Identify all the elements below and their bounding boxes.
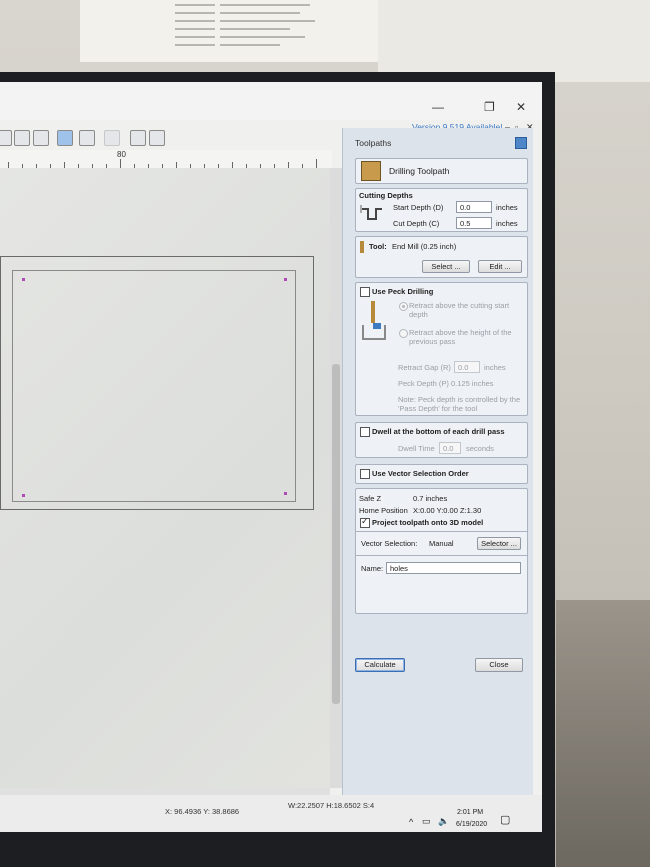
dwell-title: Dwell at the bottom of each drill pass: [372, 427, 505, 436]
vector-view-icon[interactable]: [57, 130, 73, 146]
maximize-button[interactable]: ❐: [484, 100, 495, 114]
retract-previous-radio[interactable]: [399, 329, 408, 338]
vector-selection-label: Vector Selection:: [361, 539, 418, 548]
volume-icon[interactable]: 🔈: [438, 816, 449, 827]
select-tool-button[interactable]: Select ...: [422, 260, 470, 273]
zoom-icon[interactable]: [0, 130, 12, 146]
horizontal-ruler: 80: [0, 150, 332, 169]
hole-marker[interactable]: [22, 494, 25, 497]
peck-note-2: 'Pass Depth' for the tool: [398, 404, 478, 413]
cut-depth-input[interactable]: 0.5: [456, 217, 492, 229]
project-3d-label: Project toolpath onto 3D model: [372, 518, 484, 527]
split-view-icon[interactable]: [149, 130, 165, 146]
retract-gap-label: Retract Gap (R): [398, 363, 451, 372]
dwell-time-input[interactable]: 0.0: [439, 442, 461, 454]
depth-diagram-icon: [360, 205, 382, 220]
cut-depth-label: Cut Depth (C): [393, 219, 440, 228]
window-titlebar: — ❐ ✕: [0, 82, 542, 120]
close-window-button[interactable]: ✕: [516, 100, 526, 114]
hole-marker[interactable]: [22, 278, 25, 281]
selection-size: W:22.2507 H:18.6502 S:4: [288, 801, 375, 810]
retract-start-label: Retract above the cutting start: [409, 301, 510, 310]
tool-value: End Mill (0.25 inch): [392, 242, 457, 251]
vector-rectangle[interactable]: [12, 270, 296, 502]
toolpaths-panel: Toolpaths Drilling Toolpath Cutting Dept…: [342, 128, 533, 818]
retract-previous-label: Retract above the height of the: [409, 328, 512, 337]
edit-tool-button[interactable]: Edit ...: [478, 260, 522, 273]
drilling-icon: [361, 161, 381, 181]
tool-label: Tool:: [369, 242, 387, 251]
dwell-section: Dwell at the bottom of each drill pass D…: [355, 422, 528, 458]
toolpath-header-title: Drilling Toolpath: [389, 166, 450, 176]
desk-objects: [556, 600, 650, 867]
hole-marker[interactable]: [284, 492, 287, 495]
cursor-coordinates: X: 96.4936 Y: 38.8686: [165, 807, 240, 816]
monitor-screen: — ❐ ✕ Version 9.519 Available! – ▫ ✕ 80: [0, 82, 542, 832]
peck-note-1: Note: Peck depth is controlled by the: [398, 395, 521, 404]
zoom-out-icon[interactable]: [33, 130, 49, 146]
network-icon[interactable]: ▭: [422, 816, 431, 827]
view-toolbar: [0, 128, 340, 150]
tool-view-icon[interactable]: [79, 130, 95, 146]
notification-icon[interactable]: ▢: [500, 813, 510, 826]
vector-order-section: Use Vector Selection Order: [355, 464, 528, 484]
pin-icon[interactable]: [515, 137, 527, 149]
zoom-box-icon[interactable]: [14, 130, 30, 146]
peck-drilling-title: Use Peck Drilling: [372, 287, 434, 296]
status-and-taskbar: X: 96.4936 Y: 38.8686 W:22.2507 H:18.650…: [0, 795, 542, 832]
retract-start-label-2: depth: [409, 310, 428, 319]
wall-paper: [80, 0, 380, 62]
safe-z-label: Safe Z: [359, 494, 382, 503]
dwell-time-unit: seconds: [466, 444, 494, 453]
toolpath-info-section: Safe Z 0.7 inches Home Position X:0.00 Y…: [355, 488, 528, 614]
cutting-depths-title: Cutting Depths: [359, 191, 413, 200]
retract-previous-label-2: previous pass: [409, 337, 456, 346]
peck-drilling-section: Use Peck Drilling Retract above the cutt…: [355, 282, 528, 416]
start-depth-input[interactable]: 0.0: [456, 201, 492, 213]
home-position-value: X:0.00 Y:0.00 Z:1.30: [413, 506, 482, 515]
project-3d-checkbox[interactable]: [360, 516, 370, 528]
tool-section: Tool: End Mill (0.25 inch) Select ... Ed…: [355, 236, 528, 278]
minimize-button[interactable]: —: [432, 100, 444, 114]
wall-paper-2: [378, 0, 650, 82]
safe-z-value: 0.7 inches: [413, 494, 448, 503]
retract-start-radio[interactable]: [399, 302, 408, 311]
selector-button[interactable]: Selector ...: [477, 537, 521, 550]
start-depth-label: Start Depth (D): [393, 203, 444, 212]
toolpath-name-label: Name:: [361, 564, 384, 573]
peck-depth-value: 0.125 inches: [451, 379, 494, 388]
panel-title: Toolpaths: [355, 138, 392, 148]
clock-date[interactable]: 6/19/2020: [456, 821, 487, 828]
cutting-depths-section: Cutting Depths Start Depth (D) 0.0 inche…: [355, 188, 528, 232]
toolpath-name-input[interactable]: holes: [386, 562, 521, 574]
dwell-checkbox[interactable]: [360, 427, 370, 437]
dwell-time-label: Dwell Time: [398, 444, 435, 453]
tray-chevron-icon[interactable]: ^: [409, 817, 413, 827]
vector-selection-value: Manual: [429, 539, 454, 548]
close-button[interactable]: Close: [475, 658, 523, 672]
peck-depth-label: Peck Depth (P): [398, 379, 449, 388]
calculate-button[interactable]: Calculate: [355, 658, 405, 672]
clock-time[interactable]: 2:01 PM: [457, 809, 483, 816]
vector-order-checkbox[interactable]: [360, 469, 370, 479]
layout-icon[interactable]: [130, 130, 146, 146]
ruler-label: 80: [117, 150, 126, 159]
retract-gap-input[interactable]: 0.0: [454, 361, 480, 373]
retract-gap-unit: inches: [484, 363, 506, 372]
hole-marker[interactable]: [284, 278, 287, 281]
horizontal-scrollbar[interactable]: [0, 788, 330, 795]
light-icon[interactable]: [104, 130, 120, 146]
vector-order-title: Use Vector Selection Order: [372, 469, 469, 478]
peck-diagram-icon: [362, 301, 386, 340]
toolpath-header: Drilling Toolpath: [355, 158, 528, 184]
start-depth-unit: inches: [496, 203, 518, 212]
end-mill-icon: [360, 241, 364, 253]
cut-depth-unit: inches: [496, 219, 518, 228]
peck-drilling-checkbox[interactable]: [360, 287, 370, 297]
home-position-label: Home Position: [359, 506, 408, 515]
vertical-scrollbar[interactable]: [330, 168, 342, 788]
